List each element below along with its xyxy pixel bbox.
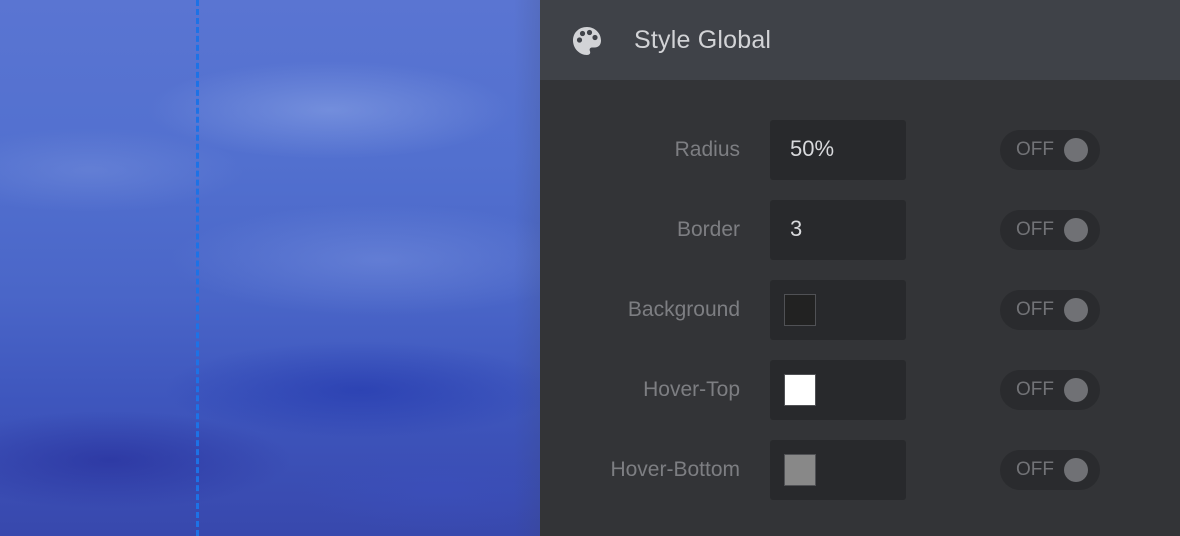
setting-row-hover-bottom: Hover-Bottom OFF — [540, 440, 1180, 500]
hover-top-color-swatch[interactable] — [784, 374, 816, 406]
guide-line[interactable] — [196, 0, 199, 536]
background-toggle[interactable]: OFF — [1000, 290, 1100, 330]
setting-row-background: Background OFF — [540, 280, 1180, 340]
border-value: 3 — [790, 216, 803, 241]
panel-title: Style Global — [634, 26, 772, 54]
hover-bottom-label: Hover-Bottom — [610, 458, 740, 481]
radius-input[interactable]: 50% — [770, 120, 906, 180]
radius-label: Radius — [674, 138, 740, 161]
background-color-picker[interactable] — [770, 280, 906, 340]
hover-bottom-toggle-knob — [1064, 458, 1088, 482]
setting-row-radius: Radius 50% OFF — [540, 120, 1180, 180]
panel-header: Style Global — [540, 0, 1180, 80]
border-toggle-label: OFF — [1016, 219, 1054, 240]
palette-icon — [573, 27, 601, 55]
radius-toggle-knob — [1064, 138, 1088, 162]
background-toggle-knob — [1064, 298, 1088, 322]
radius-toggle-label: OFF — [1016, 139, 1054, 160]
hover-top-label: Hover-Top — [643, 378, 740, 401]
hover-bottom-color-swatch[interactable] — [784, 454, 816, 486]
radius-value: 50% — [790, 136, 835, 161]
hover-top-toggle[interactable]: OFF — [1000, 370, 1100, 410]
hover-top-color-picker[interactable] — [770, 360, 906, 420]
hover-bottom-toggle[interactable]: OFF — [1000, 450, 1100, 490]
background-label: Background — [627, 298, 740, 321]
border-toggle-knob — [1064, 218, 1088, 242]
background-toggle-label: OFF — [1016, 299, 1054, 320]
preview-canvas — [0, 0, 540, 536]
hover-bottom-toggle-label: OFF — [1016, 459, 1054, 480]
setting-row-hover-top: Hover-Top OFF — [540, 360, 1180, 420]
border-label: Border — [676, 218, 740, 241]
setting-row-border: Border 3 OFF — [540, 200, 1180, 260]
style-global-panel: Style Global Radius 50% OFF Border 3 OFF… — [540, 0, 1180, 536]
border-toggle[interactable]: OFF — [1000, 210, 1100, 250]
radius-toggle[interactable]: OFF — [1000, 130, 1100, 170]
canvas-edge-shade — [514, 0, 540, 536]
background-color-swatch[interactable] — [784, 294, 816, 326]
hover-top-toggle-knob — [1064, 378, 1088, 402]
hover-top-toggle-label: OFF — [1016, 379, 1054, 400]
border-input[interactable]: 3 — [770, 200, 906, 260]
hover-bottom-color-picker[interactable] — [770, 440, 906, 500]
